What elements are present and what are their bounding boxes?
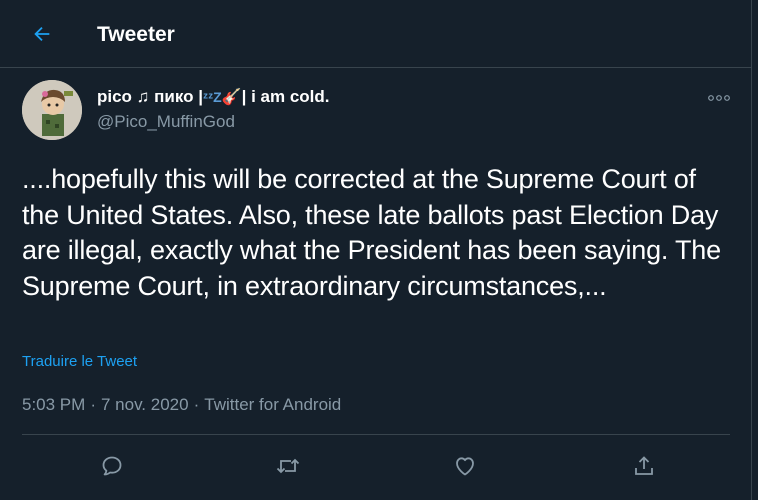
display-name-suffix: | i am cold.: [241, 87, 330, 106]
divider: [22, 434, 730, 435]
tweet-source[interactable]: Twitter for Android: [204, 395, 341, 414]
tweet-date[interactable]: 7 nov. 2020: [101, 395, 189, 414]
reply-button[interactable]: [98, 452, 126, 480]
share-icon: [635, 456, 653, 475]
tweet-text: ....hopefully this will be corrected at …: [22, 164, 721, 301]
more-dots-icon: [708, 95, 730, 101]
separator: ·: [193, 395, 200, 414]
share-button[interactable]: [630, 452, 658, 480]
display-name[interactable]: pico ♫ пико |ᶻᶻZ🎸| i am cold.: [97, 86, 330, 109]
guitar-emoji-icon: 🎸: [221, 89, 242, 106]
translate-tweet-link[interactable]: Traduire le Tweet: [22, 353, 137, 370]
sleep-emoji-icon: ᶻᶻZ: [203, 89, 222, 105]
retweet-icon: [276, 458, 300, 474]
heart-icon: [456, 457, 474, 476]
reply-icon: [102, 456, 122, 476]
avatar-image: [22, 80, 82, 140]
back-arrow-icon: [34, 26, 50, 42]
like-button[interactable]: [451, 452, 479, 480]
scrollbar[interactable]: [752, 0, 758, 500]
back-button[interactable]: [26, 18, 58, 50]
page-header: Tweeter: [0, 0, 752, 68]
username[interactable]: @Pico_MuffinGod: [97, 111, 235, 133]
avatar[interactable]: [22, 80, 82, 140]
more-options-button[interactable]: [704, 88, 734, 108]
page-title: Tweeter: [97, 23, 175, 46]
tweet-metadata: 5:03 PM · 7 nov. 2020 · Twitter for Android: [22, 394, 341, 416]
tweet-page: Tweeter pico ♫ пико |ᶻᶻZ🎸| i am cold. @P…: [0, 0, 752, 500]
display-name-text: pico ♫ пико |: [97, 87, 204, 106]
tweet-time[interactable]: 5:03 PM: [22, 395, 85, 414]
separator: ·: [90, 395, 96, 414]
retweet-button[interactable]: [274, 452, 302, 480]
